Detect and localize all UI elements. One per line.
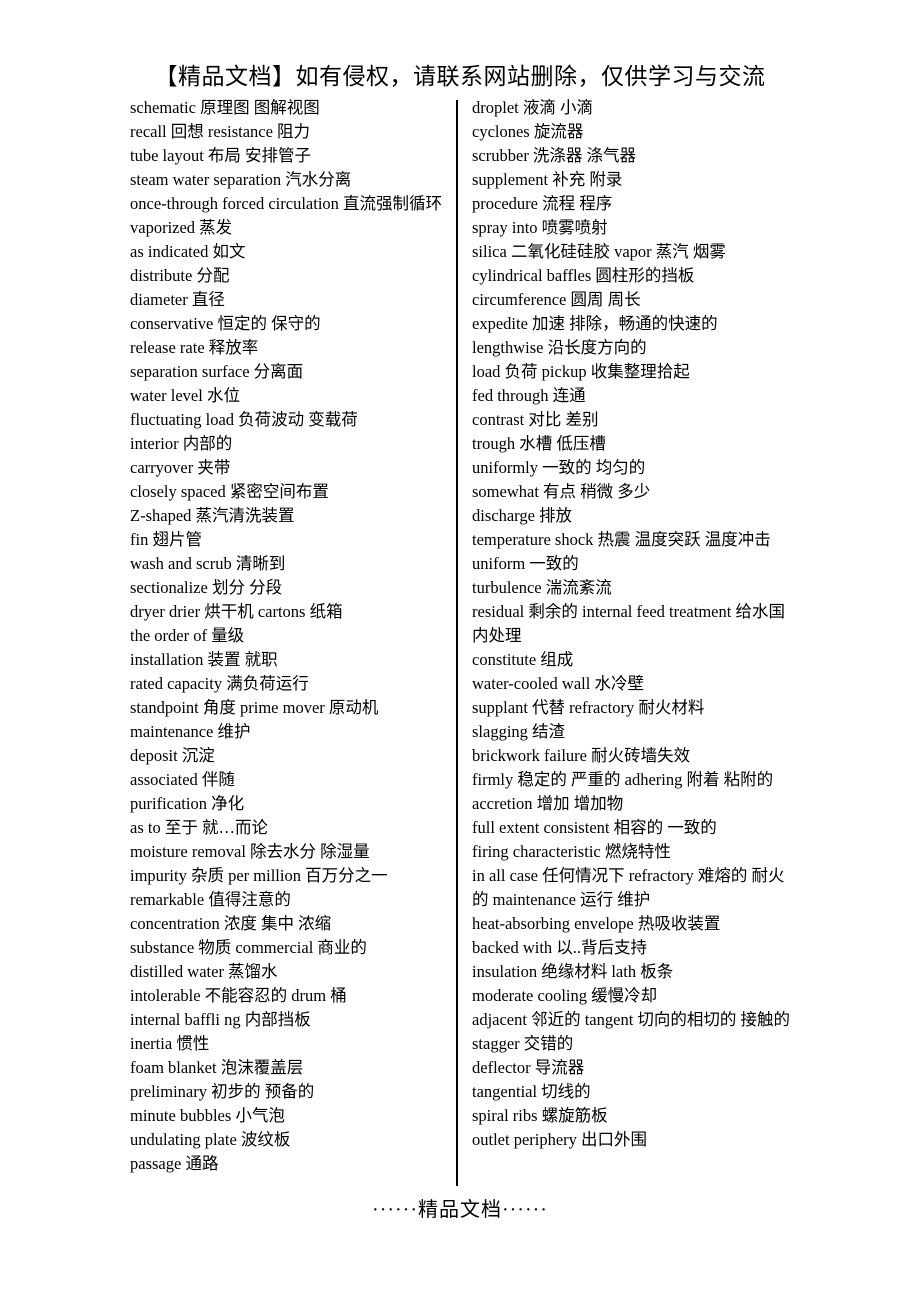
glossary-entry: load 负荷 pickup 收集整理拾起 [472,362,690,381]
glossary-entry: schematic 原理图 图解视图 [130,98,320,117]
glossary-entry: substance 物质 commercial 商业的 [130,938,367,957]
glossary-entry: droplet 液滴 小滴 [472,98,593,117]
glossary-entry: full extent consistent 相容的 一致的 [472,818,717,837]
glossary-entry: remarkable 值得注意的 [130,890,291,909]
glossary-entry: sectionalize 划分 分段 [130,578,283,597]
glossary-entry: inertia 惯性 [130,1034,210,1053]
right-glossary-column: droplet 液滴 小滴 cyclones 旋流器 scrubber 洗涤器 涤气… [472,96,794,1152]
glossary-entry: scrubber 洗涤器 涤气器 [472,146,637,165]
glossary-entry: diameter 直径 [130,290,225,309]
glossary-entry: steam water separation 汽水分离 [130,170,352,189]
glossary-entry: interior 内部的 [130,434,233,453]
glossary-entry: heat-absorbing envelope 热吸收装置 [472,914,721,933]
glossary-entry: fluctuating load 负荷波动 变载荷 [130,410,358,429]
glossary-entry: water-cooled wall 水冷壁 [472,674,644,693]
glossary-entry: preliminary 初步的 预备的 [130,1082,315,1101]
glossary-entry: cylindrical baffles 圆柱形的挡板 [472,266,695,285]
glossary-entry: internal baffli ng 内部挡板 [130,1010,311,1029]
glossary-entry: trough 水槽 低压槽 [472,434,606,453]
glossary-entry: the order of 量级 [130,626,245,645]
glossary-entry: moisture removal 除去水分 除湿量 [130,842,370,861]
glossary-entry: as to 至于 就…而论 [130,818,268,837]
glossary-entry: firmly 稳定的 严重的 adhering 附着 粘附的 [472,770,774,789]
glossary-entry: supplement 补充 附录 [472,170,623,189]
glossary-entry: moderate cooling 缓慢冷却 [472,986,658,1005]
glossary-entry: deposit 沉淀 [130,746,215,765]
column-divider [456,100,458,1186]
glossary-entry: spiral ribs 螺旋筋板 [472,1106,608,1125]
glossary-entry: uniform 一致的 [472,554,579,573]
glossary-entry: conservative 恒定的 保守的 [130,314,321,333]
glossary-entry: firing characteristic 燃烧特性 [472,842,671,861]
glossary-entry: Z-shaped 蒸汽清洗装置 [130,506,295,525]
glossary-entry: slagging 结渣 [472,722,566,741]
glossary-entry: in all case 任何情况下 refractory 难熔的 耐火的 mai… [472,866,785,909]
glossary-columns: schematic 原理图 图解视图 recall 回想 resistance 阻… [0,96,920,1186]
glossary-entry: undulating plate 波纹板 [130,1130,291,1149]
glossary-entry: outlet periphery 出口外围 [472,1130,648,1149]
glossary-entry: adjacent 邻近的 tangent 切向的相切的 接触的 [472,1010,791,1029]
glossary-entry: expedite 加速 排除，畅通的快速的 [472,314,718,333]
glossary-entry: recall 回想 resistance 阻力 [130,122,311,141]
glossary-entry: silica 二氧化硅硅胶 vapor 蒸汽 烟雾 [472,242,726,261]
glossary-entry: distilled water 蒸馏水 [130,962,278,981]
glossary-entry: separation surface 分离面 [130,362,304,381]
glossary-entry: intolerable 不能容忍的 drum 桶 [130,986,347,1005]
glossary-entry: constitute 组成 [472,650,574,669]
glossary-entry: dryer drier 烘干机 cartons 纸箱 [130,602,343,621]
glossary-entry: procedure 流程 程序 [472,194,613,213]
glossary-entry: associated 伴随 [130,770,235,789]
glossary-entry: accretion 增加 增加物 [472,794,624,813]
glossary-entry: cyclones 旋流器 [472,122,584,141]
glossary-entry: fin 翅片管 [130,530,202,549]
glossary-entry: carryover 夹带 [130,458,231,477]
glossary-entry: lengthwise 沿长度方向的 [472,338,647,357]
left-glossary-column: schematic 原理图 图解视图 recall 回想 resistance 阻… [130,96,446,1176]
glossary-entry: vaporized 蒸发 [130,218,233,237]
page-footer: ······精品文档······ [372,1199,548,1221]
glossary-entry: water level 水位 [130,386,240,405]
glossary-entry: wash and scrub 清晰到 [130,554,286,573]
glossary-entry: fed through 连通 [472,386,586,405]
glossary-entry: installation 装置 就职 [130,650,278,669]
glossary-entry: minute bubbles 小气泡 [130,1106,285,1125]
glossary-entry: supplant 代替 refractory 耐火材料 [472,698,705,717]
glossary-entry: deflector 导流器 [472,1058,585,1077]
glossary-entry: temperature shock 热震 温度突跃 温度冲击 [472,530,771,549]
glossary-entry: standpoint 角度 prime mover 原动机 [130,698,379,717]
glossary-entry: discharge 排放 [472,506,573,525]
glossary-entry: backed with 以..背后支持 [472,938,648,957]
glossary-entry: spray into 喷雾喷射 [472,218,608,237]
glossary-entry: brickwork failure 耐火砖墙失效 [472,746,691,765]
glossary-entry: residual 剩余的 internal feed treatment 给水国… [472,602,785,645]
glossary-entry: passage 通路 [130,1154,219,1173]
document-page: 【精品文档】如有侵权，请联系网站删除，仅供学习与交流 schematic 原理图… [0,0,920,1302]
glossary-entry: circumference 圆周 周长 [472,290,641,309]
glossary-entry: rated capacity 满负荷运行 [130,674,309,693]
glossary-entry: foam blanket 泡沫覆盖层 [130,1058,304,1077]
glossary-entry: impurity 杂质 per million 百万分之一 [130,866,388,885]
glossary-entry: as indicated 如文 [130,242,246,261]
glossary-entry: closely spaced 紧密空间布置 [130,482,329,501]
glossary-entry: contrast 对比 差别 [472,410,599,429]
glossary-entry: uniformly 一致的 均匀的 [472,458,646,477]
glossary-entry: tube layout 布局 安排管子 [130,146,312,165]
page-header: 【精品文档】如有侵权，请联系网站删除，仅供学习与交流 [154,64,766,89]
glossary-entry: turbulence 湍流紊流 [472,578,612,597]
glossary-entry: release rate 释放率 [130,338,259,357]
glossary-entry: once-through forced circulation 直流强制循环 [130,194,443,213]
glossary-entry: insulation 绝缘材料 lath 板条 [472,962,674,981]
glossary-entry: stagger 交错的 [472,1034,574,1053]
glossary-entry: concentration 浓度 集中 浓缩 [130,914,332,933]
glossary-entry: distribute 分配 [130,266,230,285]
glossary-entry: maintenance 维护 [130,722,251,741]
glossary-entry: somewhat 有点 稍微 多少 [472,482,651,501]
glossary-entry: tangential 切线的 [472,1082,591,1101]
glossary-entry: purification 净化 [130,794,245,813]
